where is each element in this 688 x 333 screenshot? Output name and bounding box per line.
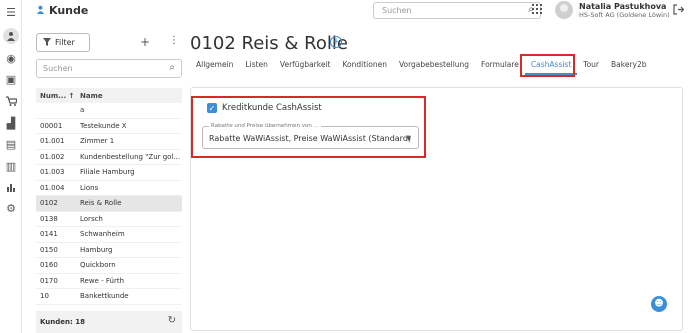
refresh-icon[interactable]: ↻: [168, 315, 176, 326]
table-row[interactable]: 0102 Reis & Rolle: [36, 196, 182, 212]
cell-name: Schwanheim: [80, 230, 125, 239]
cell-number: 10: [40, 292, 49, 301]
app-title-area: Kunde: [36, 4, 88, 17]
tab-verf-gbarkeit[interactable]: Verfügbarkeit: [274, 55, 337, 75]
money-icon[interactable]: ▤: [3, 136, 19, 152]
table-row[interactable]: 0150 Hamburg: [36, 243, 182, 258]
cell-name: Zimmer 1: [80, 137, 115, 146]
person-icon[interactable]: [3, 28, 19, 44]
table-row[interactable]: 0141 Schwanheim: [36, 227, 182, 243]
table-row[interactable]: 00001 Testekunde X: [36, 119, 182, 134]
cart-icon[interactable]: [3, 93, 19, 109]
search-placeholder: Suchen: [382, 6, 412, 15]
cell-name: Lorsch: [80, 214, 103, 223]
cell-name: a: [80, 106, 85, 115]
apps-grid-icon[interactable]: [532, 4, 542, 14]
factory-icon[interactable]: ▟: [3, 115, 19, 131]
cell-number: 0138: [40, 214, 58, 223]
filter-icon: [43, 37, 51, 48]
info-icon[interactable]: +: [330, 36, 342, 48]
checkbox-label: Kreditkunde CashAssist: [222, 103, 322, 113]
rabatte-preise-select[interactable]: Rabatte und Preise übernehmen von ... Ra…: [202, 123, 419, 149]
cell-name: Rewe - Fürth: [80, 276, 125, 285]
table-row[interactable]: 0138 Lorsch: [36, 212, 182, 227]
chevron-down-icon: ▼: [406, 135, 411, 142]
cell-name: Kundenbestellung "Zur gol...: [80, 152, 181, 161]
top-bar: Kunde Suchen ⌕ Natalia Pastukhova HS-Sof…: [22, 0, 688, 22]
cell-number: 01.003: [40, 168, 65, 177]
tab-bakery2b[interactable]: Bakery2b: [605, 55, 653, 75]
user-name: Natalia Pastukhova: [579, 2, 667, 11]
tab-allgemein[interactable]: Allgemein: [190, 55, 239, 75]
user-info[interactable]: Natalia Pastukhova HS-Soft AG (Goldene L…: [579, 2, 670, 19]
cell-number: 0160: [40, 261, 58, 270]
clipboard-icon[interactable]: ▥: [3, 158, 19, 174]
cell-number: 0102: [40, 199, 58, 208]
cell-name: Hamburg: [80, 245, 113, 254]
cell-name: Filiale Hamburg: [80, 168, 135, 177]
app-title: Kunde: [49, 4, 89, 17]
tab-tour[interactable]: Tour: [577, 55, 605, 75]
list-search-input[interactable]: Suchen ⌕: [36, 59, 182, 78]
search-placeholder: Suchen: [43, 64, 73, 73]
tab-listen[interactable]: Listen: [239, 55, 273, 75]
page-title: 0102 Reis & Rolle: [190, 33, 348, 54]
table-row[interactable]: 0170 Rewe - Fürth: [36, 274, 182, 289]
column-header-name[interactable]: Name: [80, 92, 182, 100]
tab-bar: Allgemein Listen Verfügbarkeit Konditionen V…: [190, 55, 688, 75]
customer-list-panel: Filter + ⋮ Suchen ⌕ Num... ↑ Name a 00001…: [22, 22, 186, 333]
avatar[interactable]: [555, 1, 573, 19]
tab-vorgabebestellung[interactable]: Vorgabebestellung: [393, 55, 475, 75]
cell-number: 01.002: [40, 152, 65, 161]
table-row[interactable]: 01.004 Lions: [36, 181, 182, 196]
main-content: 0102 Reis & Rolle + Allgemein Listen Verfü…: [190, 22, 688, 333]
chatbot-icon[interactable]: ☻: [651, 296, 667, 312]
menu-icon[interactable]: ☰: [3, 4, 19, 20]
tab-formulare[interactable]: Formulare: [475, 55, 525, 75]
list-footer: Kunden: 18 ↻: [36, 311, 182, 333]
logout-icon[interactable]: [673, 4, 685, 18]
table-header: Num... ↑ Name: [36, 88, 182, 103]
plus-icon[interactable]: +: [140, 35, 150, 49]
select-value: Rabatte WaWiAssist, Preise WaWiAssist (S…: [209, 134, 412, 143]
left-nav-rail: ☰ ◉ ▣ ▟ ▤ ▥ ⚙: [0, 0, 22, 333]
table-row[interactable]: 01.002 Kundenbestellung "Zur gol...: [36, 150, 182, 165]
column-header-number[interactable]: Num... ↑: [36, 92, 80, 100]
tab-konditionen[interactable]: Konditionen: [336, 55, 392, 75]
cell-name: Testekunde X: [80, 121, 127, 130]
global-search-input[interactable]: Suchen ⌕: [373, 2, 541, 19]
cell-name: Bankettkunde: [80, 292, 129, 301]
chart-icon[interactable]: [3, 179, 19, 195]
briefcase-icon[interactable]: ▣: [3, 71, 19, 87]
contact-search-icon[interactable]: ◉: [3, 50, 19, 66]
table-row[interactable]: a: [36, 103, 182, 119]
cell-number: 01.004: [40, 183, 65, 192]
filter-label: Filter: [55, 38, 75, 47]
select-legend: Rabatte und Preise übernehmen von ...: [209, 123, 321, 129]
table-row[interactable]: 10 Bankettkunde: [36, 289, 182, 305]
tab-cashassist[interactable]: CashAssist: [524, 55, 578, 75]
search-icon[interactable]: ⌕: [169, 62, 175, 73]
filter-button[interactable]: Filter: [36, 33, 90, 52]
table-row[interactable]: 01.003 Filiale Hamburg: [36, 165, 182, 181]
settings-icon[interactable]: ⚙: [3, 200, 19, 216]
cell-number: 01.001: [40, 137, 65, 146]
cell-number: 00001: [40, 121, 63, 130]
table-row[interactable]: 0160 Quickborn: [36, 258, 182, 274]
kreditkunde-checkbox[interactable]: ✓: [207, 103, 217, 113]
customer-table: Num... ↑ Name a 00001 Testekunde X 01.001 Zi…: [36, 88, 182, 311]
cell-number: 0150: [40, 245, 58, 254]
cell-name: Lions: [80, 183, 99, 192]
cell-number: 0141: [40, 230, 58, 239]
more-vert-icon[interactable]: ⋮: [169, 35, 179, 46]
user-company: HS-Soft AG (Goldene Löwin): [579, 11, 670, 19]
cell-name: Reis & Rolle: [80, 199, 122, 208]
person-icon: [36, 5, 45, 17]
cell-name: Quickborn: [80, 261, 116, 270]
customer-count: Kunden: 18: [40, 318, 85, 326]
cell-number: 0170: [40, 276, 58, 285]
table-row[interactable]: 01.001 Zimmer 1: [36, 134, 182, 150]
